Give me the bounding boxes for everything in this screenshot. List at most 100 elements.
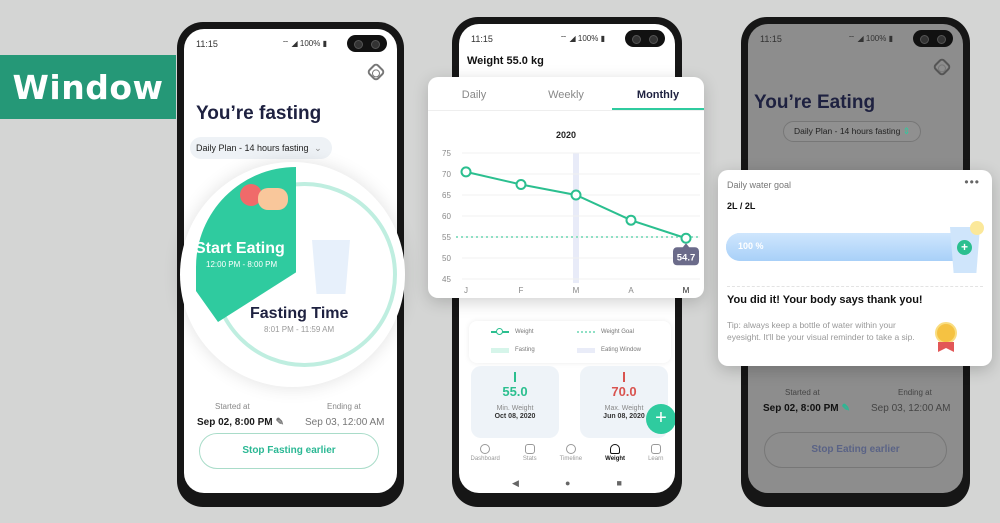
battery-level: 100% [865,34,887,43]
add-weight-button[interactable]: + [646,404,675,434]
tab-daily[interactable]: Daily [428,77,520,110]
status-time: 11:15 [471,34,493,44]
ending-value: Sep 03, 12:00 AM [305,417,385,428]
nav-label: Stats [522,456,537,462]
fasting-swatch [491,347,509,353]
start-eating-label[interactable]: Start Eating [195,240,285,258]
legend-goal-label: Weight Goal [601,329,634,335]
weight-data-point [460,166,472,178]
signal-icon: ◢ [569,34,576,43]
banner-label: Window [12,67,164,107]
y-tick-label: 70 [442,170,451,179]
stop-fasting-button[interactable]: Stop Fasting earlier [199,433,379,469]
medal-icon [935,322,957,344]
edit-icon[interactable]: ✎ [276,417,284,428]
weight-data-point [515,179,527,190]
ending-value: Sep 03, 12:00 AM [871,403,951,414]
goal-line-swatch [577,331,595,333]
weight-data-point [625,214,637,226]
wifi-icon: ⌔ [281,39,290,48]
started-label: Started at [785,388,820,397]
camera-cutout [625,30,665,47]
recents-icon[interactable]: ■ [617,478,622,489]
edit-icon[interactable]: ✎ [842,403,850,414]
status-icons: ⌔ ◢ 100% ▮ [848,34,893,44]
fasting-time-label: Fasting Time [250,305,349,322]
add-water-button[interactable]: + [957,240,972,255]
x-tick-label: M [573,286,580,295]
nav-label: Timeline [559,456,583,462]
page-title: You’re Eating [754,92,876,113]
success-message: You did it! Your body says thank you! [727,294,923,306]
stop-eating-button[interactable]: Stop Eating earlier [764,432,947,468]
water-progress-bar: 100 % [726,233,958,261]
settings-icon[interactable] [366,62,386,82]
value-callout-label: 54.7 [677,252,696,263]
water-amount: 2L / 2L [727,201,756,211]
wifi-icon: ⌔ [847,34,856,43]
nav-learn[interactable]: Learn [648,444,663,474]
battery-level: 100% [299,39,321,48]
chevron-down-icon: ⌄ [314,143,322,153]
min-weight-label: Min. Weight [496,405,534,412]
water-goal-title: Daily water goal [727,180,792,190]
x-tick-label: M [683,286,690,295]
started-value[interactable]: Sep 02, 8:00 PM ✎ [197,417,284,428]
battery-icon: ▮ [322,39,327,48]
status-icons: ⌔ ◢ 100% ▮ [282,39,327,49]
nav-stats[interactable]: Stats [523,444,537,474]
chevron-updown-icon: ⇕ [902,126,911,136]
signal-icon: ◢ [857,34,864,43]
battery-icon: ▮ [888,34,893,43]
nav-label: Weight [605,456,626,462]
plan-selector[interactable]: Daily Plan - 14 hours fasting ⌄ [190,137,332,159]
period-tabs: Daily Weekly Monthly [428,77,704,111]
y-tick-label: 55 [442,233,451,242]
battery-level: 100% [577,34,599,43]
phone-fasting: 11:15 ⌔ ◢ 100% ▮ You’re fasting Daily Pl… [177,22,405,507]
fasting-window-time: 8:01 PM - 11:59 AM [264,325,335,334]
tab-weekly[interactable]: Weekly [520,77,612,110]
scale-tick [514,372,516,382]
min-weight-card: 55.0 Min. Weight Oct 08, 2020 [471,366,559,438]
more-options-icon[interactable]: ••• [964,175,980,189]
camera-cutout [347,35,387,52]
tip-text: Tip: always keep a bottle of water withi… [727,320,915,342]
nav-timeline[interactable]: Timeline [560,444,582,474]
camera-cutout [913,30,953,47]
status-time: 11:15 [196,39,218,49]
nav-weight[interactable]: Weight [605,444,625,474]
weight-line-chart: 2020 45 50 55 60 65 70 75 J F M A M 54.7 [442,130,700,295]
weight-chart-card: Daily Weekly Monthly 2020 45 50 55 60 65 70 75 J… [428,77,704,298]
back-icon[interactable]: ◀ [512,478,519,489]
x-tick-label: A [628,286,634,295]
started-label: Started at [215,402,250,411]
weight-line-swatch [491,328,509,335]
max-weight-value: 70.0 [611,384,637,399]
water-progress-label: 100 % [738,241,764,251]
nav-dashboard[interactable]: Dashboard [471,444,500,474]
legend-weight: Weight [491,328,534,335]
started-value[interactable]: Sep 02, 8:00 PM ✎ [763,403,850,414]
plan-selector-label: Daily Plan - 14 hours fasting [196,143,309,153]
signal-icon: ◢ [291,39,298,48]
settings-icon[interactable] [932,57,952,77]
timeline-icon [565,444,576,454]
plan-selector[interactable]: Daily Plan - 14 hours fasting ⇕ [783,121,922,142]
divider [727,286,983,287]
water-glass-icon [312,240,350,294]
scale-icon [610,444,621,454]
ending-label: Ending at [898,388,932,397]
nav-label: Dashboard [470,456,500,462]
status-icons: ⌔ ◢ 100% ▮ [560,34,605,44]
tab-monthly[interactable]: Monthly [612,77,704,110]
min-weight-date: Oct 08, 2020 [494,413,536,420]
home-icon[interactable]: ● [565,478,570,489]
book-icon [650,444,661,454]
system-nav: ◀ ● ■ [459,478,675,489]
legend-fasting-label: Fasting [515,347,535,353]
eating-window-time: 12:00 PM - 8:00 PM [206,260,278,269]
x-tick-label: J [464,286,468,295]
window-banner: Window [0,55,176,119]
page-title: Weight 55.0 kg [467,55,544,67]
